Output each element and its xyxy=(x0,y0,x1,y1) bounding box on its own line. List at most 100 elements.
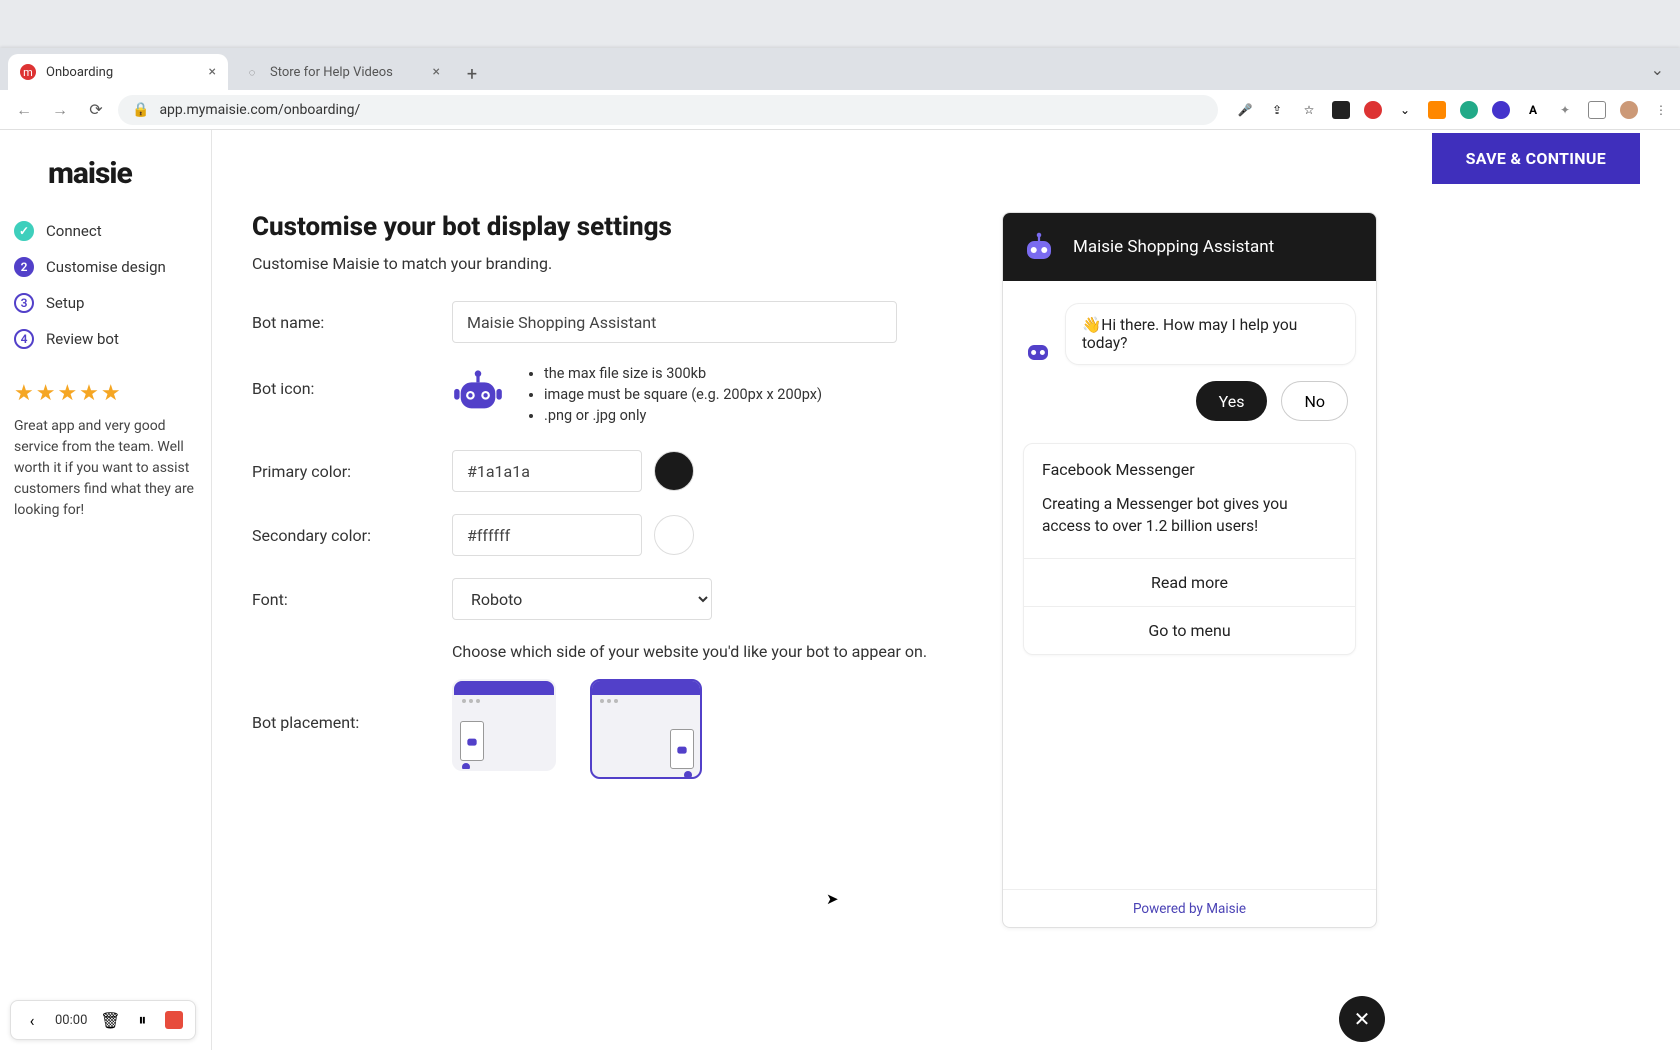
primary-color-input[interactable] xyxy=(452,450,642,492)
rule-item: image must be square (e.g. 200px x 200px… xyxy=(544,386,822,403)
step-review-bot[interactable]: 4 Review bot xyxy=(14,329,197,349)
globe-icon: ◌ xyxy=(244,64,260,80)
chat-glyph-icon xyxy=(460,721,484,761)
row-bot-name: Bot name: xyxy=(252,301,942,343)
reload-button[interactable]: ⟳ xyxy=(82,96,110,124)
menu-icon[interactable]: ⋮ xyxy=(1652,101,1670,119)
browser-tab-active[interactable]: m Onboarding × xyxy=(8,54,228,90)
preview-header: Maisie Shopping Assistant xyxy=(1003,213,1376,281)
puzzle-icon[interactable]: ✦ xyxy=(1556,101,1574,119)
recorder-back-button[interactable]: ‹ xyxy=(23,1011,41,1029)
address-bar[interactable]: 🔒 app.mymaisie.com/onboarding/ xyxy=(118,95,1218,125)
page-subtitle: Customise Maisie to match your branding. xyxy=(252,254,942,273)
row-placement: Bot placement: xyxy=(252,679,942,779)
row-bot-icon: Bot icon: the max file size is 300kb ima… xyxy=(252,365,942,428)
ext-icon-6[interactable]: A xyxy=(1524,101,1542,119)
close-icon[interactable]: × xyxy=(433,64,440,80)
quick-replies: Yes No xyxy=(1023,381,1356,421)
ext-icon-3[interactable] xyxy=(1428,101,1446,119)
lock-icon: 🔒 xyxy=(132,102,149,118)
icon-requirements: the max file size is 300kb image must be… xyxy=(528,365,822,428)
stop-record-button[interactable] xyxy=(165,1011,183,1029)
step-label: Customise design xyxy=(46,258,166,276)
sidebar: maisie ✓ Connect 2 Customise design 3 Se… xyxy=(0,130,212,1050)
pocket-icon[interactable]: ⌄ xyxy=(1396,101,1414,119)
new-tab-button[interactable]: + xyxy=(456,58,488,90)
back-button[interactable]: ← xyxy=(10,96,38,124)
chat-glyph-icon xyxy=(670,729,694,769)
sidepanel-icon[interactable] xyxy=(1588,101,1606,119)
bot-icon-preview[interactable] xyxy=(452,365,504,417)
primary-color-swatch[interactable] xyxy=(654,451,694,491)
save-continue-button[interactable]: SAVE & CONTINUE xyxy=(1432,133,1640,184)
close-icon: ✕ xyxy=(1354,1007,1371,1031)
rule-item: .png or .jpg only xyxy=(544,407,822,424)
step-number-icon: 4 xyxy=(14,329,34,349)
preview-body: 👋Hi there. How may I help you today? Yes… xyxy=(1003,281,1376,889)
trash-icon[interactable]: 🗑 xyxy=(101,1011,119,1029)
message-row: 👋Hi there. How may I help you today? xyxy=(1023,303,1356,365)
tab-strip: m Onboarding × ◌ Store for Help Videos ×… xyxy=(0,48,1680,90)
card-text: Creating a Messenger bot gives you acces… xyxy=(1042,493,1337,538)
top-bar: SAVE & CONTINUE xyxy=(252,130,1640,186)
step-setup[interactable]: 3 Setup xyxy=(14,293,197,313)
ext-icon-2[interactable] xyxy=(1364,101,1382,119)
preview-footer[interactable]: Powered by Maisie xyxy=(1003,889,1376,927)
label-primary-color: Primary color: xyxy=(252,462,452,481)
page-title: Customise your bot display settings xyxy=(252,212,942,242)
robot-icon xyxy=(452,365,504,417)
extension-tray: 🎤 ⇪ ☆ ⌄ A ✦ ⋮ xyxy=(1236,101,1670,119)
step-number-icon: 3 xyxy=(14,293,34,313)
font-select[interactable]: Roboto xyxy=(452,578,712,620)
testimonial-text: Great app and very good service from the… xyxy=(14,416,197,521)
placement-hint: Choose which side of your website you'd … xyxy=(452,642,942,661)
row-secondary-color: Secondary color: xyxy=(252,514,942,556)
placement-options xyxy=(452,679,702,779)
url-text: app.mymaisie.com/onboarding/ xyxy=(159,102,360,118)
browser-window: m Onboarding × ◌ Store for Help Videos ×… xyxy=(0,48,1680,1050)
profile-avatar[interactable] xyxy=(1620,101,1638,119)
pause-icon[interactable]: ⏸ xyxy=(133,1011,151,1029)
app-root: maisie ✓ Connect 2 Customise design 3 Se… xyxy=(0,130,1680,1050)
ext-icon-1[interactable] xyxy=(1332,101,1350,119)
label-bot-icon: Bot icon: xyxy=(252,365,452,398)
chevron-down-icon[interactable]: ⌄ xyxy=(1651,60,1664,79)
step-label: Review bot xyxy=(46,330,119,348)
quick-reply-no[interactable]: No xyxy=(1281,381,1348,421)
step-number-icon: 2 xyxy=(14,257,34,277)
recorder-time: 00:00 xyxy=(55,1013,87,1028)
row-primary-color: Primary color: xyxy=(252,450,942,492)
share-icon[interactable]: ⇪ xyxy=(1268,101,1286,119)
favicon-icon: m xyxy=(20,64,36,80)
placement-right-option[interactable] xyxy=(590,679,702,779)
placement-left-option[interactable] xyxy=(452,679,556,771)
label-secondary-color: Secondary color: xyxy=(252,526,452,545)
secondary-color-input[interactable] xyxy=(452,514,642,556)
screen-recorder-widget: ‹ 00:00 🗑 ⏸ xyxy=(10,1000,196,1040)
step-label: Connect xyxy=(46,222,102,240)
check-icon: ✓ xyxy=(14,221,34,241)
browser-tab-inactive[interactable]: ◌ Store for Help Videos × xyxy=(232,54,452,90)
card-go-to-menu-button[interactable]: Go to menu xyxy=(1024,606,1355,654)
onboarding-steps: ✓ Connect 2 Customise design 3 Setup 4 R… xyxy=(14,221,197,349)
star-icon[interactable]: ☆ xyxy=(1300,101,1318,119)
label-placement: Bot placement: xyxy=(252,679,452,732)
greeting-message: 👋Hi there. How may I help you today? xyxy=(1065,303,1356,365)
quick-reply-yes[interactable]: Yes xyxy=(1196,381,1268,421)
rule-item: the max file size is 300kb xyxy=(544,365,822,382)
step-connect[interactable]: ✓ Connect xyxy=(14,221,197,241)
forward-button: → xyxy=(46,96,74,124)
tab-title: Onboarding xyxy=(46,65,113,80)
mic-icon[interactable]: 🎤 xyxy=(1236,101,1254,119)
card-read-more-button[interactable]: Read more xyxy=(1024,558,1355,606)
close-icon[interactable]: × xyxy=(209,64,216,80)
url-bar: ← → ⟳ 🔒 app.mymaisie.com/onboarding/ 🎤 ⇪… xyxy=(0,90,1680,130)
ext-icon-4[interactable] xyxy=(1460,101,1478,119)
step-customise-design[interactable]: 2 Customise design xyxy=(14,257,197,277)
bot-name-input[interactable] xyxy=(452,301,897,343)
secondary-color-swatch[interactable] xyxy=(654,515,694,555)
preview-title: Maisie Shopping Assistant xyxy=(1073,237,1274,257)
ext-icon-5[interactable] xyxy=(1492,101,1510,119)
logo: maisie xyxy=(48,156,197,191)
close-widget-button[interactable]: ✕ xyxy=(1339,996,1385,1042)
